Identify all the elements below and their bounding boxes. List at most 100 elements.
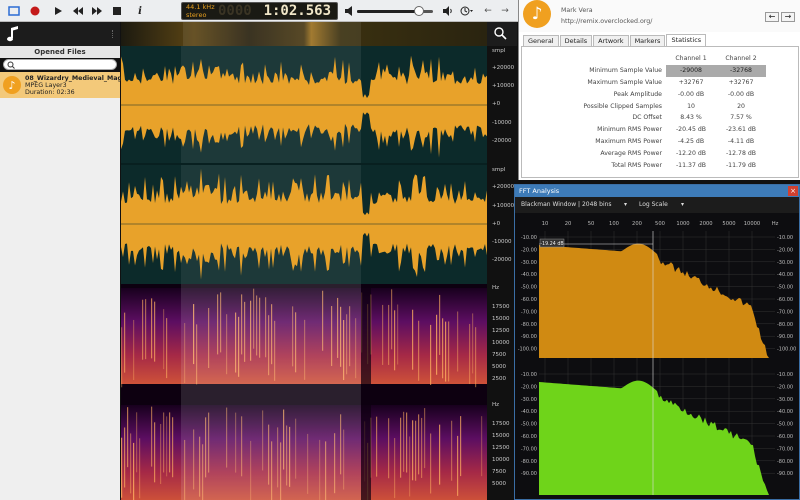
forward-arrow-icon[interactable]: → — [497, 3, 513, 19]
overview-viewport[interactable] — [183, 22, 361, 46]
sidebar-title: Opened Files — [0, 46, 120, 58]
record-button[interactable] — [27, 3, 43, 19]
fft-db-tick: -20.00 — [521, 247, 537, 253]
fft-freq-tick: 100 — [609, 221, 619, 227]
waveform-view[interactable] — [121, 46, 487, 284]
tab-artwork[interactable]: Artwork — [593, 35, 629, 46]
fft-db-tick: -30.00 — [777, 397, 793, 403]
spec-tick: 15000 — [492, 433, 510, 439]
fft-db-tick: -90.00 — [521, 471, 537, 477]
clock-icon[interactable] — [459, 3, 475, 19]
fft-db-tick: -50.00 — [777, 285, 793, 291]
waveform-canvas[interactable] — [121, 46, 487, 284]
stats-value-ch1: 10 — [687, 102, 695, 110]
window-select[interactable]: Blackman Window | 2048 bins ▾ — [521, 200, 631, 210]
back-arrow-icon[interactable]: ← — [480, 3, 496, 19]
tab-details[interactable]: Details — [559, 35, 593, 46]
stats-value-ch2: 20 — [737, 102, 745, 110]
statistics-panel: Channel 1 Channel 2 Minimum Sample Value… — [521, 46, 799, 178]
time-ghost-digits: 0000 — [218, 3, 252, 19]
sidebar-grip[interactable] — [112, 30, 117, 38]
volume-knob[interactable] — [414, 6, 425, 16]
spec-tick: 5000 — [492, 364, 506, 370]
spec-tick: 7500 — [492, 352, 506, 358]
stats-value-ch1: -4.25 dB — [677, 137, 705, 145]
stats-row: Maximum Sample Value +32767 +32767 — [566, 77, 766, 89]
wave-tick: +20000 — [492, 65, 515, 71]
fft-freq-tick: 1000 — [676, 221, 689, 227]
fft-db-tick: -100.00 — [777, 347, 796, 353]
stats-value-ch1: -11.37 dB — [675, 161, 707, 169]
fft-title: FFT Analysis — [515, 185, 799, 197]
info-button[interactable]: i — [132, 3, 148, 19]
stats-label: Minimum Sample Value — [589, 67, 662, 75]
scale-select[interactable]: Log Scale ▾ — [639, 200, 691, 210]
fft-toolbar: Blackman Window | 2048 bins ▾ Log Scale … — [515, 197, 799, 213]
chevron-down-icon: ▾ — [681, 201, 685, 208]
wave-tick: +20000 — [492, 184, 515, 190]
next-arrow-icon[interactable]: → — [781, 12, 795, 22]
url-label: http://remix.overclocked.org/ — [561, 18, 653, 25]
wave-tick: -10000 — [492, 239, 512, 245]
select-tool-icon[interactable] — [6, 3, 22, 19]
fft-db-tick: -20.00 — [521, 384, 537, 390]
fft-db-tick: -30.00 — [521, 397, 537, 403]
channel-mode-label: stereo — [186, 10, 207, 19]
spec-tick: 12500 — [492, 328, 510, 334]
time-position: 1:02.563 — [263, 3, 331, 19]
fft-freq-tick: 50 — [588, 221, 595, 227]
fft-db-tick: -10.00 — [521, 235, 537, 241]
column-header: Channel 2 — [725, 55, 757, 63]
spec-tick: 10000 — [492, 340, 510, 346]
file-name: 08_Wizardry_Medieval_Magic... — [25, 75, 136, 82]
fft-freq-tick: 10000 — [744, 221, 761, 227]
stats-label: Maximum Sample Value — [587, 78, 662, 86]
rewind-button[interactable] — [70, 3, 86, 19]
tab-general[interactable]: General — [523, 35, 559, 46]
fast-forward-button[interactable] — [89, 3, 105, 19]
wave-tick: +0 — [492, 221, 501, 227]
stats-value-ch2: -12.78 dB — [725, 149, 757, 157]
fft-db-tick: -30.00 — [777, 260, 793, 266]
artwork-icon: ♪ — [523, 0, 551, 28]
fft-db-tick: -60.00 — [777, 297, 793, 303]
fft-freq-tick: 200 — [632, 221, 642, 227]
waveform-axis: smpl +20000 +10000 +0 -10000 -20000 smpl… — [487, 46, 517, 284]
info-tabs: General Details Artwork Markers Statisti… — [523, 34, 707, 46]
tab-markers[interactable]: Markers — [629, 35, 666, 46]
zoom-search-icon[interactable] — [494, 27, 507, 40]
fft-db-tick: -80.00 — [777, 459, 793, 465]
stats-label: Peak Amplitude — [613, 90, 662, 98]
fft-db-tick: -90.00 — [521, 334, 537, 340]
search-icon — [7, 61, 15, 69]
fft-db-tick: -80.00 — [777, 322, 793, 328]
spec-tick: 17500 — [492, 421, 510, 427]
close-icon[interactable]: × — [788, 186, 798, 196]
fft-db-tick: -60.00 — [521, 434, 537, 440]
stop-button[interactable] — [109, 3, 125, 19]
list-item-file[interactable]: ♪ 08_Wizardry_Medieval_Magic... MPEG Lay… — [0, 72, 135, 98]
play-button[interactable] — [50, 3, 66, 19]
stats-row: Total RMS Power -11.37 dB -11.79 dB — [566, 159, 766, 171]
waveform-overview[interactable] — [121, 22, 487, 46]
stats-row: Peak Amplitude -0.00 dB -0.00 dB — [566, 88, 766, 100]
fft-freq-tick: 2000 — [699, 221, 712, 227]
sidebar-search-input[interactable] — [3, 59, 117, 70]
wave-tick: +0 — [492, 101, 501, 107]
stats-row: Maximum RMS Power -4.25 dB -4.11 dB — [566, 136, 766, 148]
scale-select-value: Log Scale — [639, 201, 668, 208]
spectrogram-axis: Hz 17500 15000 12500 10000 7500 5000 250… — [487, 284, 517, 500]
speaker-loud-icon — [440, 3, 456, 19]
fft-db-tick: -40.00 — [521, 272, 537, 278]
spectrogram-view[interactable] — [121, 284, 487, 500]
fft-chart[interactable]: 10 20 50 100 200 500 1000 2000 5000 10000 Hz -10.00… — [515, 213, 799, 499]
stats-label: Average RMS Power — [600, 149, 662, 157]
fft-db-tick: -70.00 — [521, 309, 537, 315]
file-format: MPEG Layer3 — [25, 82, 67, 89]
spectrogram-canvas[interactable] — [121, 284, 487, 500]
stats-value-ch1: -29008 — [666, 64, 716, 77]
speaker-icon[interactable] — [342, 3, 358, 19]
wave-tick: +10000 — [492, 203, 515, 209]
prev-arrow-icon[interactable]: ← — [765, 12, 779, 22]
tab-statistics[interactable]: Statistics — [666, 34, 707, 46]
